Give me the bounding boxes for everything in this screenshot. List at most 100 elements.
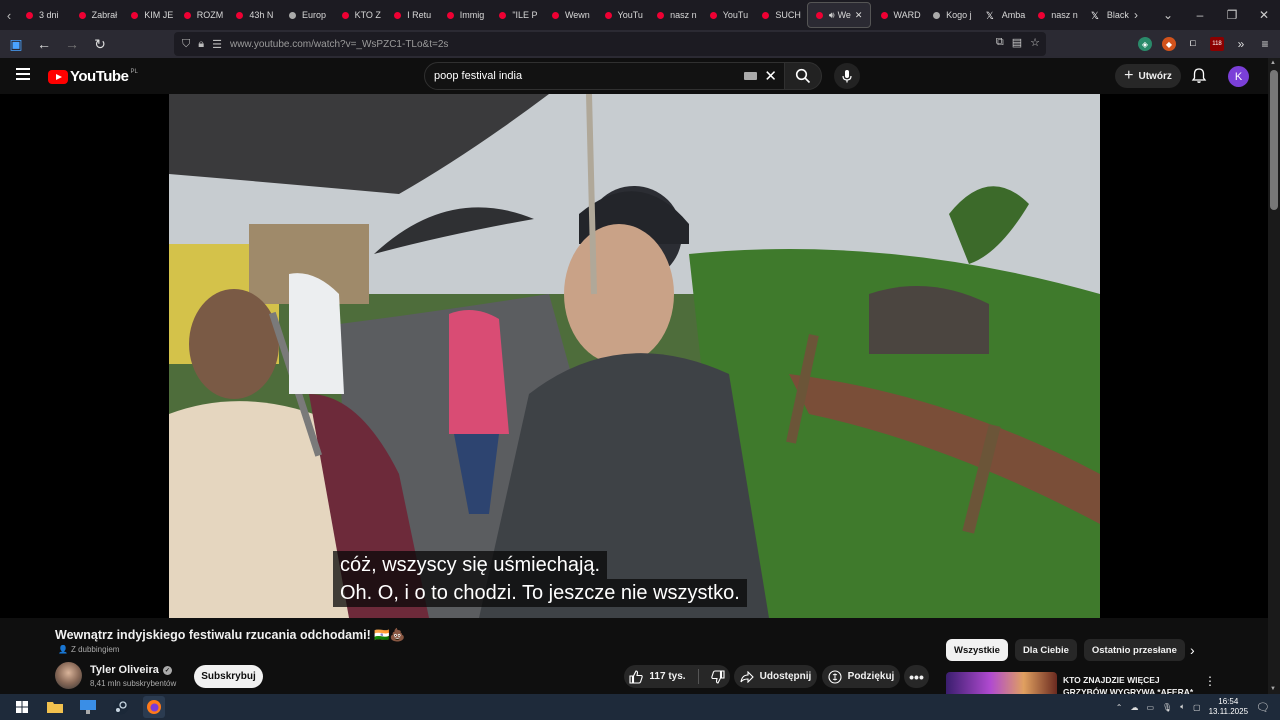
filter-chip[interactable]: Wszystkie	[946, 639, 1008, 661]
monitor-app-icon[interactable]	[77, 696, 99, 718]
create-button[interactable]: + Utwórz	[1115, 64, 1181, 88]
tab-label: WARD	[893, 10, 921, 20]
scroll-up-icon[interactable]: ▲	[1270, 60, 1276, 66]
browser-tab[interactable]: KTO Z	[334, 2, 385, 28]
browser-tab[interactable]: Zabrał	[71, 2, 122, 28]
display-icon[interactable]: ▢	[1193, 703, 1201, 712]
microphone-tray-icon[interactable]: 🎙︎	[1162, 703, 1172, 712]
vpn-extension-icon[interactable]: ◈	[1138, 37, 1152, 51]
scroll-down-icon[interactable]: ▼	[1270, 686, 1276, 692]
reader-view-icon[interactable]: ▤	[1012, 36, 1022, 49]
tab-scroll-left-icon[interactable]: ‹	[0, 0, 18, 30]
more-tools-icon[interactable]: »	[1234, 37, 1248, 51]
tab-label: KIM JE	[144, 10, 174, 20]
restore-icon[interactable]: ❐	[1216, 0, 1248, 30]
browser-tab[interactable]: I Retu	[386, 2, 437, 28]
sidebar-toggle-icon[interactable]: ▣	[4, 32, 28, 56]
menu-icon[interactable]: ≡	[1258, 37, 1272, 51]
browser-tab[interactable]: ROZM	[176, 2, 227, 28]
voice-search-button[interactable]	[834, 63, 860, 89]
tab-list-menu-icon[interactable]: ⌄	[1152, 0, 1184, 30]
guide-menu-icon[interactable]	[16, 68, 30, 80]
permissions-icon[interactable]: ☰	[212, 38, 222, 51]
browser-tab[interactable]: nasz n	[649, 2, 700, 28]
browser-tab[interactable]: SUCH	[754, 2, 805, 28]
browser-tab[interactable]: Europ	[281, 2, 332, 28]
firefox-icon[interactable]	[143, 696, 165, 718]
browser-tab[interactable]: WARD	[873, 2, 924, 28]
keyboard-icon[interactable]	[744, 72, 757, 80]
browser-tab[interactable]: Wewn	[544, 2, 595, 28]
youtube-icon	[236, 11, 244, 19]
share-button[interactable]: Udostępnij	[734, 665, 817, 688]
video-frame[interactable]	[169, 94, 1100, 618]
ublock-extension-icon[interactable]: 118	[1210, 37, 1224, 51]
windows-start-icon[interactable]	[11, 696, 33, 718]
tab-label: Immig	[459, 10, 485, 20]
filter-chip[interactable]: Ostatnio przesłane	[1083, 639, 1185, 661]
browser-tab[interactable]: "ILE P	[491, 2, 542, 28]
cloud-icon[interactable]: ☁	[1130, 703, 1138, 712]
subscribe-button[interactable]: Subskrybuj	[194, 665, 263, 688]
system-clock[interactable]: 16:54 13.11.2025	[1209, 697, 1248, 717]
thanks-button[interactable]: Podziękuj	[822, 665, 900, 688]
recommendation-chips: Wszystkie Dla Ciebie Ostatnio przesłane	[946, 639, 1185, 661]
close-window-icon[interactable]: ✕	[1248, 0, 1280, 30]
minimize-icon[interactable]: –	[1184, 0, 1216, 30]
browser-tab[interactable]: 3 dni	[18, 2, 69, 28]
video-title: Wewnątrz indyjskiego festiwalu rzucania …	[55, 628, 406, 642]
reload-icon[interactable]: ↻	[88, 32, 112, 56]
subscriber-count: 8,41 mln subskrybentów	[90, 679, 177, 688]
browser-tab[interactable]: Kogo j	[925, 2, 976, 28]
channel-avatar[interactable]	[55, 662, 82, 689]
picture-in-picture-icon[interactable]: ⧉	[996, 36, 1004, 49]
thumbs-down-icon[interactable]	[710, 669, 725, 684]
network-icon[interactable]: ▭	[1146, 703, 1154, 712]
tab-scroll-right-icon[interactable]: ›	[1120, 0, 1152, 30]
scrollbar-thumb[interactable]	[1270, 70, 1278, 210]
fox-extension-icon[interactable]: ◆	[1162, 37, 1176, 51]
account-avatar[interactable]: K	[1228, 66, 1249, 87]
file-explorer-icon[interactable]	[44, 696, 66, 718]
recommendation-menu-icon[interactable]: ⋮	[1204, 674, 1216, 688]
url-bar[interactable]: ⛉ 🔒︎ ☰ www.youtube.com/watch?v=_WsPZC1-T…	[174, 32, 1046, 56]
volume-icon[interactable]: 🔈︎	[1180, 702, 1185, 712]
page-scrollbar[interactable]: ▲ ▼	[1268, 58, 1280, 694]
chips-next-icon[interactable]: ›	[1190, 642, 1195, 658]
browser-tab[interactable]: YouTu	[597, 2, 648, 28]
more-actions-button[interactable]: •••	[904, 665, 929, 688]
bookmark-star-icon[interactable]: ☆	[1030, 36, 1040, 49]
lock-icon[interactable]: 🔒︎	[198, 38, 204, 51]
tab-audio-icon[interactable]: 🔊︎	[829, 10, 835, 21]
video-player[interactable]	[0, 94, 1268, 618]
youtube-icon	[499, 11, 507, 19]
notification-center-icon[interactable]: 🗨︎	[1256, 701, 1270, 714]
search-input[interactable]: poop festival india ✕	[424, 62, 786, 90]
recommendation-thumbnail[interactable]	[946, 672, 1057, 694]
forward-icon[interactable]: →	[60, 32, 84, 56]
clear-search-icon[interactable]: ✕	[764, 67, 777, 85]
browser-tab[interactable]: 𝕏 Amba	[978, 2, 1029, 28]
channel-name[interactable]: Tyler Oliveira ✓	[90, 664, 172, 676]
browser-tab[interactable]: KIM JE	[123, 2, 174, 28]
browser-tab[interactable]: 43h N	[228, 2, 279, 28]
like-divider	[697, 669, 699, 684]
back-icon[interactable]: ←	[32, 32, 56, 56]
recommendation-title[interactable]: KTO ZNAJDZIE WIĘCEJ GRZYBÓW WYGRYWA *AFE…	[1063, 674, 1197, 694]
browser-tab[interactable]: YouTu	[702, 2, 753, 28]
filter-chip[interactable]: Dla Ciebie	[1014, 639, 1077, 661]
browser-tab[interactable]: nasz n	[1030, 2, 1081, 28]
tray-overflow-icon[interactable]: ⌃	[1116, 703, 1123, 712]
steam-icon[interactable]	[110, 696, 132, 718]
youtube-icon	[709, 11, 717, 19]
tracking-shield-icon[interactable]: ⛉	[182, 38, 190, 51]
browser-tab[interactable]: 🔊︎ We ✕	[806, 2, 871, 28]
like-button[interactable]: 117 tys.	[629, 669, 686, 684]
extensions-puzzle-icon[interactable]: ⧠	[1186, 37, 1200, 51]
search-button[interactable]	[784, 62, 822, 90]
youtube-logo[interactable]: YouTube PL	[48, 68, 138, 85]
tab-label: ROZM	[196, 10, 224, 20]
notifications-bell-icon[interactable]	[1191, 67, 1207, 84]
tab-close-icon[interactable]: ✕	[855, 10, 863, 21]
browser-tab[interactable]: Immig	[439, 2, 490, 28]
